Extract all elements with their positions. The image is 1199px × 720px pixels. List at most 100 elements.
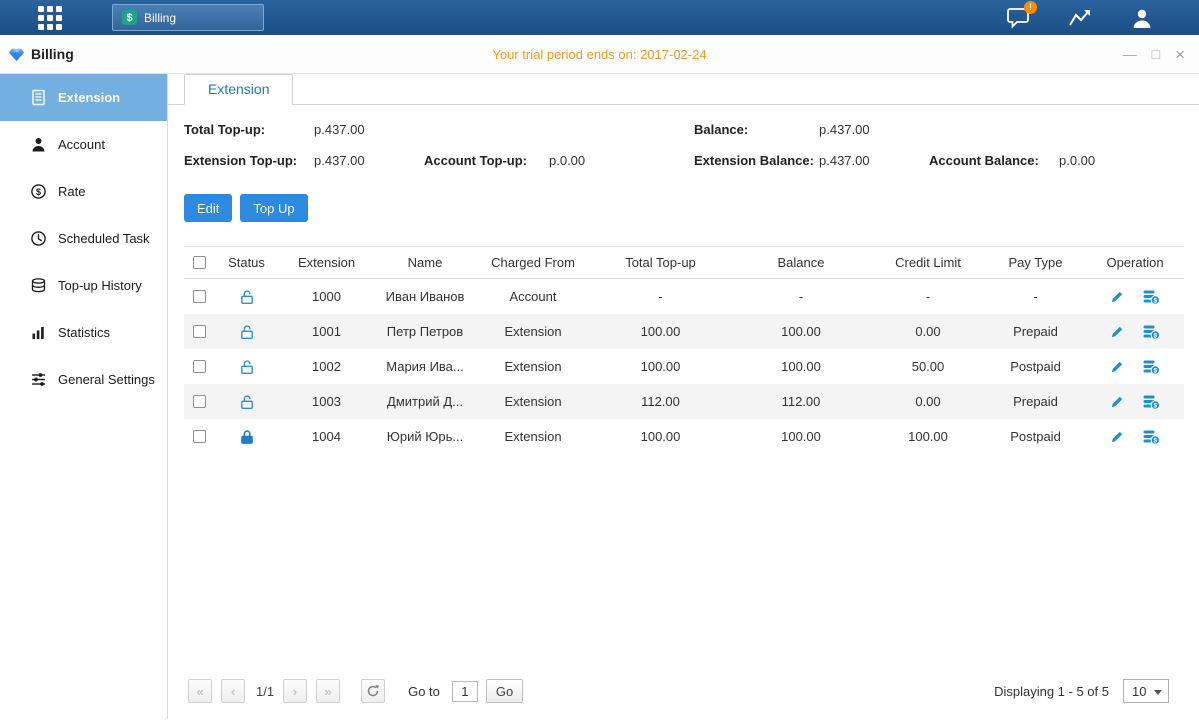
- chevron-down-icon: [1154, 690, 1162, 695]
- extension-cell: 1001: [279, 314, 374, 349]
- page-size-select[interactable]: 10: [1123, 679, 1169, 703]
- topup-icon[interactable]: [1142, 394, 1160, 410]
- user-account-icon[interactable]: [1127, 5, 1157, 31]
- status-lock-icon: [239, 429, 255, 445]
- table-row: 1004 Юрий Юрь... Extension 100.00 100.00…: [184, 419, 1184, 454]
- edit-icon[interactable]: [1110, 359, 1125, 374]
- edit-button[interactable]: Edit: [184, 194, 232, 222]
- sidebar-item-label: Scheduled Task: [58, 231, 150, 246]
- goto-page-input[interactable]: [452, 681, 478, 702]
- edit-icon[interactable]: [1110, 429, 1125, 444]
- topup-icon[interactable]: [1142, 289, 1160, 305]
- minimize-button[interactable]: —: [1123, 47, 1137, 61]
- sidebar-item-general-settings[interactable]: General Settings: [0, 356, 167, 403]
- notifications-icon[interactable]: !: [1003, 5, 1033, 31]
- topup-icon[interactable]: [1142, 324, 1160, 340]
- statistics-icon: [30, 324, 47, 341]
- column-header-charged-from: Charged From: [476, 247, 590, 278]
- row-checkbox[interactable]: [193, 430, 206, 443]
- column-header-pay-type: Pay Type: [985, 247, 1086, 278]
- summary-value: p.0.00: [549, 152, 694, 170]
- maximize-button[interactable]: □: [1152, 47, 1160, 61]
- summary-label: Account Balance:: [929, 152, 1059, 170]
- action-buttons: Edit Top Up: [184, 194, 1199, 222]
- summary-label: Extension Balance:: [694, 152, 819, 170]
- app-grid-icon[interactable]: [38, 6, 62, 30]
- pagination-right: Displaying 1 - 5 of 5 10: [994, 679, 1169, 703]
- extension-cell: 1000: [279, 279, 374, 314]
- credit-limit-cell: 0.00: [871, 384, 985, 419]
- goto-label: Go to: [408, 684, 440, 699]
- edit-icon[interactable]: [1110, 394, 1125, 409]
- summary-label: Total Top-up:: [184, 121, 314, 139]
- charged-from-cell: Extension: [476, 314, 590, 349]
- pay-type-cell: Prepaid: [985, 314, 1086, 349]
- next-page-button[interactable]: ›: [283, 679, 307, 703]
- top-up-button[interactable]: Top Up: [240, 194, 307, 222]
- topup-icon[interactable]: [1142, 429, 1160, 445]
- sidebar-item-label: Statistics: [58, 325, 110, 340]
- extension-icon: [30, 89, 47, 106]
- billing-dollar-icon: $: [122, 10, 137, 25]
- name-cell: Дмитрий Д...: [374, 384, 476, 419]
- go-button[interactable]: Go: [486, 679, 523, 703]
- table-header: Status Extension Name Charged From Total…: [184, 246, 1184, 279]
- total-topup-cell: 100.00: [590, 349, 731, 384]
- total-topup-cell: 100.00: [590, 314, 731, 349]
- row-checkbox[interactable]: [193, 360, 206, 373]
- first-page-button[interactable]: «: [188, 679, 212, 703]
- summary-value: p.437.00: [819, 152, 929, 170]
- clock-icon: [30, 230, 47, 247]
- status-lock-icon: [239, 324, 255, 340]
- row-checkbox[interactable]: [193, 395, 206, 408]
- account-icon: [30, 136, 47, 153]
- column-header-name: Name: [374, 247, 476, 278]
- window-titlebar: Billing Your trial period ends on: 2017-…: [0, 35, 1199, 74]
- app-title-text: Billing: [31, 46, 74, 62]
- sidebar-item-topup-history[interactable]: Top-up History: [0, 262, 167, 309]
- summary-label: Balance:: [694, 121, 819, 139]
- summary-label: Account Top-up:: [424, 152, 549, 170]
- extension-cell: 1003: [279, 384, 374, 419]
- sidebar-item-extension[interactable]: Extension: [0, 74, 167, 121]
- summary-label: Extension Top-up:: [184, 152, 314, 170]
- summary-value: p.0.00: [1059, 152, 1199, 170]
- pagination-bar: « ‹ 1/1 › » Go to Go Displaying 1 - 5 of…: [168, 669, 1199, 713]
- last-page-button[interactable]: »: [316, 679, 340, 703]
- tab-extension[interactable]: Extension: [184, 74, 293, 105]
- balance-cell: 100.00: [731, 419, 871, 454]
- column-header-status: Status: [214, 247, 279, 278]
- charged-from-cell: Extension: [476, 384, 590, 419]
- sidebar-item-label: General Settings: [58, 372, 155, 387]
- refresh-button[interactable]: [361, 679, 385, 703]
- select-all-checkbox[interactable]: [193, 256, 206, 269]
- edit-icon[interactable]: [1110, 289, 1125, 304]
- edit-icon[interactable]: [1110, 324, 1125, 339]
- total-topup-cell: -: [590, 279, 731, 314]
- taskbar-tray: !: [1003, 5, 1157, 31]
- taskbar-billing-tab[interactable]: $ Billing: [112, 4, 264, 31]
- row-checkbox[interactable]: [193, 325, 206, 338]
- sidebar-item-account[interactable]: Account: [0, 121, 167, 168]
- column-header-total-topup: Total Top-up: [590, 247, 731, 278]
- close-button[interactable]: ×: [1175, 46, 1185, 63]
- header-checkbox-cell: [184, 247, 214, 278]
- sidebar: Extension Account Rate Scheduled Task To…: [0, 74, 168, 719]
- sidebar-item-rate[interactable]: Rate: [0, 168, 167, 215]
- pay-type-cell: Postpaid: [985, 349, 1086, 384]
- status-lock-icon: [239, 394, 255, 410]
- credit-limit-cell: 50.00: [871, 349, 985, 384]
- sidebar-item-statistics[interactable]: Statistics: [0, 309, 167, 356]
- balance-cell: 100.00: [731, 314, 871, 349]
- credit-limit-cell: 100.00: [871, 419, 985, 454]
- sidebar-item-label: Account: [58, 137, 105, 152]
- topup-icon[interactable]: [1142, 359, 1160, 375]
- column-header-extension: Extension: [279, 247, 374, 278]
- prev-page-button[interactable]: ‹: [221, 679, 245, 703]
- balance-cell: -: [731, 279, 871, 314]
- summary-value: p.437.00: [819, 121, 929, 139]
- table-body: 1000 Иван Иванов Account - - - -: [184, 279, 1184, 454]
- row-checkbox[interactable]: [193, 290, 206, 303]
- sidebar-item-scheduled-task[interactable]: Scheduled Task: [0, 215, 167, 262]
- monitor-chart-icon[interactable]: [1065, 5, 1095, 31]
